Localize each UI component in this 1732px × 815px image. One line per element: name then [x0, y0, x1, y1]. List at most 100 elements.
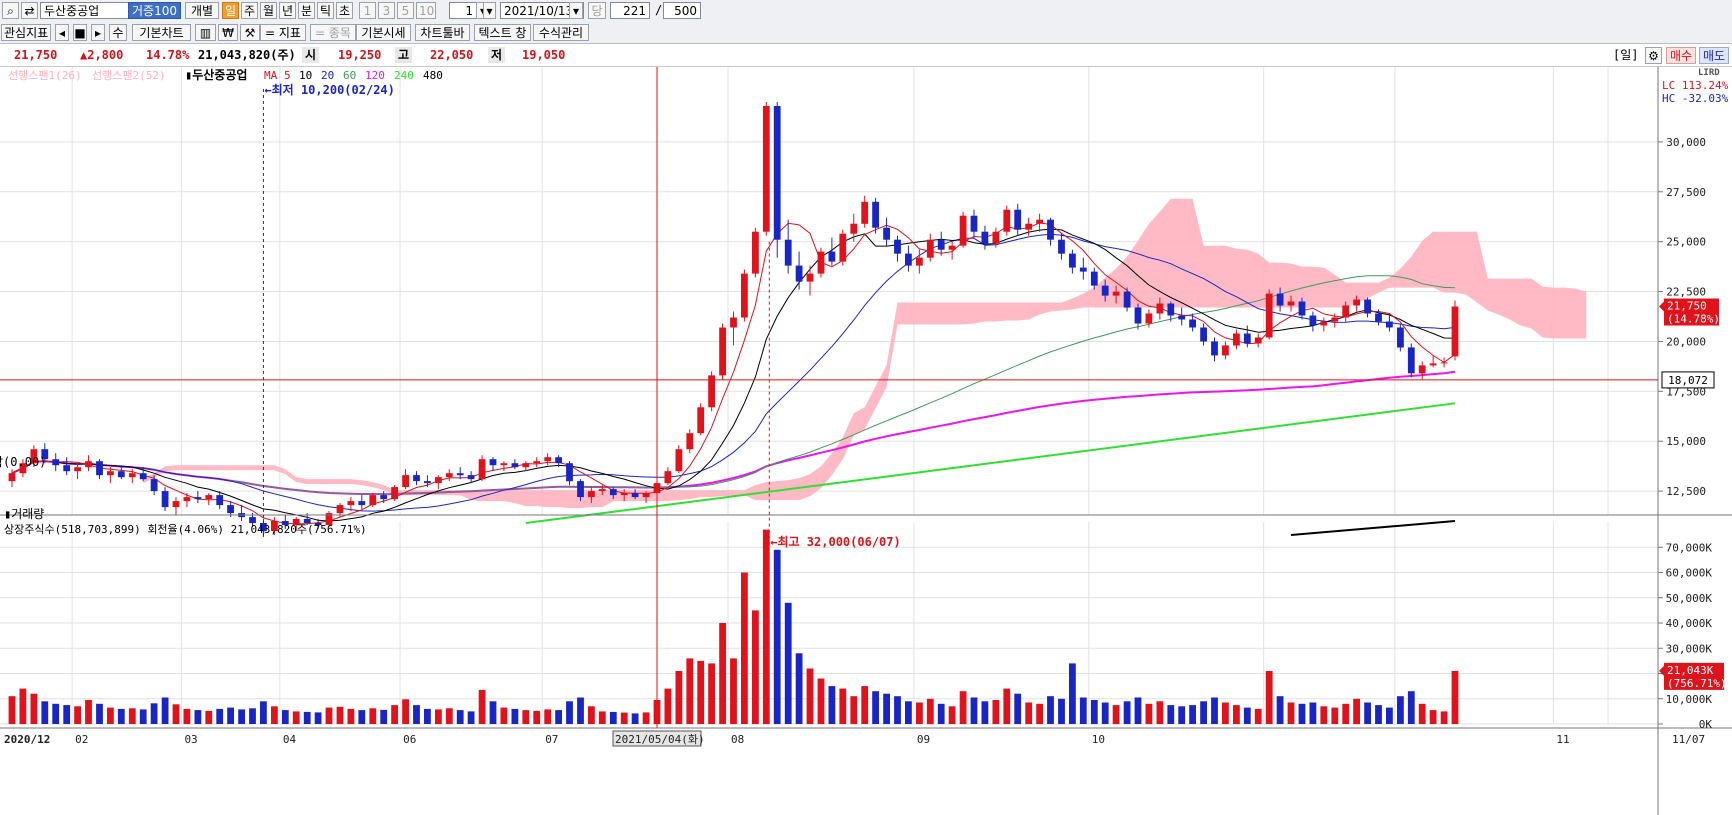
period-tab-2[interactable]: 월 [260, 2, 277, 19]
volume-bar-41 [456, 710, 464, 724]
volume-bar-72 [795, 653, 803, 724]
lc-label: LC 113.24% [1662, 79, 1729, 92]
interval-input[interactable]: 1 [449, 2, 477, 19]
low-annotation: ←최저 10,200(02/24) [264, 82, 394, 97]
volume-bar-111 [1222, 702, 1229, 724]
volume-bar-17 [194, 710, 202, 724]
currency-button[interactable]: ₩ [218, 24, 238, 41]
open-price: 19,250 [338, 48, 382, 62]
search-button[interactable]: ⌕ [2, 2, 19, 19]
volume-current-label: 21,043K [1667, 664, 1714, 677]
interval-button-10[interactable]: 10 [416, 2, 436, 19]
stock-name-input[interactable]: 두산중공업 [40, 2, 130, 19]
candle-body-74 [817, 251, 825, 274]
volume-bar-112 [1233, 705, 1240, 724]
tools-button[interactable]: ⚒ [240, 24, 260, 41]
candle-body-45 [500, 463, 508, 466]
volume-bar-118 [1298, 703, 1306, 724]
candle-body-35 [391, 487, 398, 500]
date-dropdown[interactable]: ▾ [569, 2, 583, 19]
volume-tick-label-6: 10,000K [1666, 693, 1713, 706]
chart-toolbar-button[interactable]: 차트툴바 [415, 24, 470, 41]
volume-bar-28 [314, 712, 322, 724]
item-button[interactable]: = 종목 [310, 24, 356, 41]
open-label: 시 [302, 47, 320, 63]
candle-body-5 [63, 465, 71, 472]
interval-button-1[interactable]: 1 [359, 2, 376, 19]
interest-indicator-button[interactable]: 관심지표 [1, 24, 51, 41]
stock-chart[interactable]: 30,00027,50025,00022,50020,00017,50015,0… [0, 67, 1732, 815]
period-tab-5[interactable]: 틱 [317, 2, 334, 19]
scroll-left-button[interactable]: ◂ [55, 24, 69, 41]
candle-body-88 [970, 215, 978, 232]
candle-body-14 [161, 491, 169, 508]
period-tab-1[interactable]: 주 [241, 2, 258, 19]
volume-bar-94 [1036, 703, 1043, 724]
stock-group-badge[interactable]: 거증100 [128, 2, 181, 19]
volume-bar-99 [1090, 700, 1098, 724]
volume-bar-33 [369, 708, 377, 724]
legend-ma-10: 10 [299, 69, 312, 82]
count-input[interactable]: 221 [610, 2, 650, 19]
volume-bar-64 [708, 663, 715, 724]
sell-button[interactable]: 매도 [1699, 47, 1729, 64]
individual-button[interactable]: 개별 [185, 2, 219, 19]
volume-bar-120 [1320, 706, 1328, 724]
scroll-right-button[interactable]: ▸ [91, 24, 105, 41]
candle-body-98 [1079, 267, 1087, 272]
candle-body-104 [1145, 313, 1153, 324]
text-window-button[interactable]: 텍스트 창 [474, 24, 531, 41]
candle-body-71 [784, 239, 792, 266]
time-label-9: 10 [1092, 733, 1105, 746]
formula-manage-button[interactable]: 수식관리 [533, 24, 589, 41]
basic-chart-button[interactable]: 기본차트 [132, 24, 191, 41]
volume-bar-18 [205, 710, 213, 724]
volume-bar-132 [1451, 670, 1459, 724]
volume-tick-label-7: 0K [1699, 718, 1713, 731]
volume-bar-6 [74, 706, 81, 724]
period-tab-0[interactable]: 일 [222, 2, 239, 19]
period-tab-6[interactable]: 초 [336, 2, 353, 19]
legend-ma-20: 20 [321, 69, 334, 82]
period-tab-4[interactable]: 분 [298, 2, 315, 19]
interval-button-3[interactable]: 3 [378, 2, 395, 19]
interval-button-5[interactable]: 5 [397, 2, 414, 19]
volume-bar-82 [905, 701, 912, 724]
indicator-button[interactable]: = 지표 [260, 24, 306, 41]
su-button[interactable]: 수 [109, 24, 127, 41]
refresh-button[interactable]: ⇄ [21, 2, 38, 19]
interval-dropdown-2[interactable]: ▾ [483, 2, 496, 19]
period-tab-3[interactable]: 년 [279, 2, 296, 19]
volume-bar-87 [959, 691, 967, 724]
candle-body-63 [697, 407, 705, 434]
candle-body-124 [1364, 299, 1371, 314]
legend-ma-240: 240 [394, 69, 414, 82]
candle-body-86 [948, 245, 956, 250]
volume-bar-65 [719, 623, 726, 724]
volume-bar-44 [489, 701, 497, 724]
basic-quote-button[interactable]: 기본시세 [356, 24, 411, 41]
volume-bar-105 [1156, 701, 1164, 724]
candle-body-41 [456, 473, 464, 476]
candle-body-39 [435, 477, 442, 484]
candle-body-13 [150, 479, 158, 492]
settings-button[interactable]: ⚙ [1645, 47, 1662, 64]
volume-bar-80 [883, 693, 890, 724]
volume-bar-100 [1101, 702, 1109, 724]
candle-body-79 [872, 201, 879, 228]
total-input[interactable]: 500 [663, 2, 701, 19]
candle-body-57 [631, 493, 639, 498]
lird-label: LIRD [1698, 68, 1720, 78]
volume-bar-54 [598, 711, 606, 724]
candle-type-button[interactable]: ▥ [195, 24, 216, 41]
candle-body-37 [413, 475, 420, 482]
volume-bar-55 [609, 711, 617, 724]
won-icon: ₩ [222, 26, 234, 40]
buy-button[interactable]: 매수 [1666, 47, 1696, 64]
candle-body-33 [369, 495, 377, 506]
candle-body-56 [620, 493, 628, 496]
candle-body-109 [1200, 327, 1207, 342]
volume-bar-61 [675, 671, 683, 724]
stop-button[interactable]: ■ [73, 24, 87, 41]
candle-body-36 [402, 475, 409, 488]
